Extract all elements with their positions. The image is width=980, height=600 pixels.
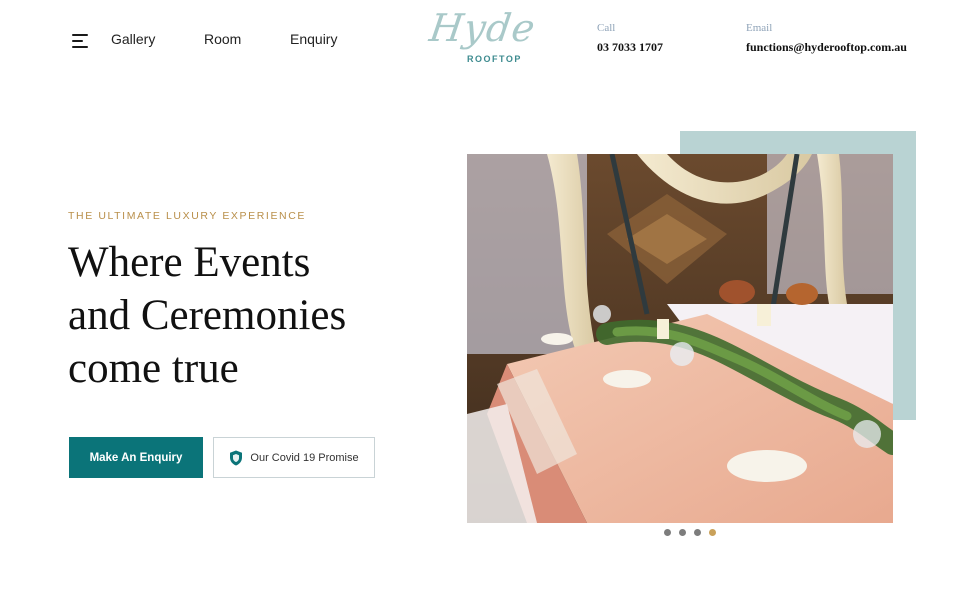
menu-icon[interactable]	[72, 33, 90, 49]
logo-script: Hyde	[426, 6, 539, 50]
nav-room-link[interactable]: Room	[204, 31, 241, 47]
headline-line-3: come true	[68, 345, 239, 392]
slider-dots	[664, 529, 716, 536]
make-enquiry-button[interactable]: Make An Enquiry	[69, 437, 203, 478]
slider-dot-3[interactable]	[694, 529, 701, 536]
slider-dot-2[interactable]	[679, 529, 686, 536]
logo[interactable]: Hyde ROOFTOP	[426, 6, 539, 72]
call-label: Call	[597, 22, 616, 34]
slider-dot-4-active[interactable]	[709, 529, 716, 536]
nav-gallery-link[interactable]: Gallery	[111, 31, 155, 47]
covid-promise-label: Our Covid 19 Promise	[250, 451, 359, 464]
slider-dot-1[interactable]	[664, 529, 671, 536]
hero-headline: Where Events and Ceremonies come true	[68, 236, 408, 395]
call-contact: Call 03 7033 1707	[597, 22, 663, 55]
email-contact: Email functions@hyderooftop.com.au	[746, 22, 907, 55]
headline-line-1: Where Events	[68, 239, 311, 286]
logo-subtitle: ROOFTOP	[467, 54, 522, 64]
email-link[interactable]: functions@hyderooftop.com.au	[746, 40, 907, 55]
covid-promise-button[interactable]: Our Covid 19 Promise	[213, 437, 375, 478]
nav-enquiry-link[interactable]: Enquiry	[290, 31, 337, 47]
email-label: Email	[746, 22, 773, 34]
headline-line-2: and Ceremonies	[68, 292, 347, 339]
event-table-image	[467, 154, 893, 523]
shield-icon	[230, 450, 243, 465]
hero-eyebrow: THE ULTIMATE LUXURY EXPERIENCE	[68, 210, 307, 222]
hero-event-photo	[467, 154, 893, 523]
phone-link[interactable]: 03 7033 1707	[597, 40, 663, 55]
